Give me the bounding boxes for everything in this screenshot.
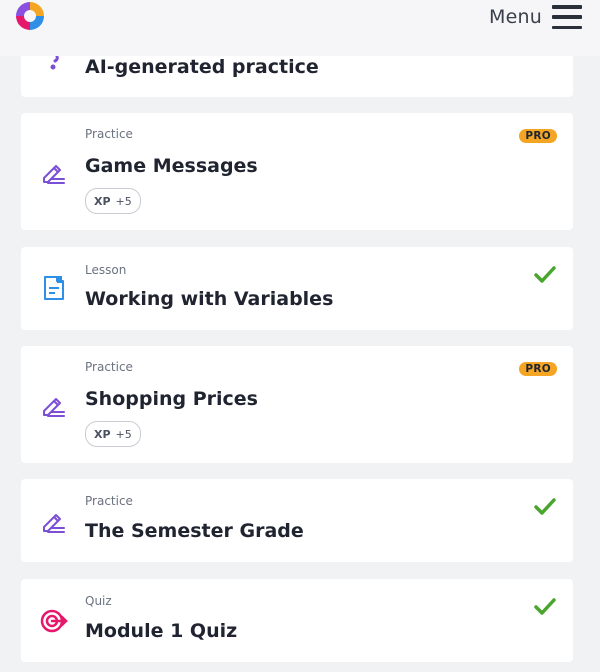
xp-reward-pill: XP +5 — [85, 421, 141, 447]
hamburger-icon — [552, 5, 582, 29]
top-bar: Menu — [0, 0, 600, 56]
completed-check-icon — [533, 265, 557, 285]
pencil-icon — [40, 158, 68, 186]
pencil-icon — [40, 507, 68, 535]
pencil-icon — [40, 391, 68, 419]
lesson-document-icon — [40, 274, 68, 302]
menu-label: Menu — [489, 6, 542, 28]
lesson-item-game-messages[interactable]: Practice PRO Game Messages XP +5 — [21, 113, 573, 230]
lesson-type: Practice — [85, 127, 133, 141]
lesson-type: Practice — [85, 494, 133, 508]
xp-reward-pill: XP +5 — [85, 188, 141, 214]
lesson-item-shopping-prices[interactable]: Practice PRO Shopping Prices XP +5 — [21, 346, 573, 463]
pro-badge: PRO — [519, 362, 557, 376]
xp-label: XP — [94, 194, 111, 208]
lesson-item-module-1-quiz[interactable]: Quiz Module 1 Quiz — [21, 579, 573, 662]
lesson-title: Module 1 Quiz — [85, 620, 238, 642]
brand-logo-icon[interactable] — [12, 0, 48, 34]
completed-check-icon — [533, 597, 557, 617]
lesson-item-working-with-variables[interactable]: Lesson Working with Variables — [21, 247, 573, 330]
lesson-type: Practice — [85, 360, 133, 374]
menu-button[interactable]: Menu — [489, 2, 582, 32]
lesson-title: Working with Variables — [85, 288, 334, 310]
lesson-item-semester-grade[interactable]: Practice The Semester Grade — [21, 479, 573, 562]
pro-badge: PRO — [519, 129, 557, 143]
lesson-title: Shopping Prices — [85, 388, 258, 410]
lesson-title: AI-generated practice — [85, 56, 319, 78]
completed-check-icon — [533, 497, 557, 517]
xp-value: +5 — [115, 194, 132, 208]
quiz-target-icon — [40, 607, 68, 635]
ai-practice-icon — [40, 52, 68, 80]
xp-label: XP — [94, 427, 111, 441]
lesson-title: The Semester Grade — [85, 520, 304, 542]
lesson-type: Lesson — [85, 263, 127, 277]
lesson-type: Quiz — [85, 594, 112, 608]
lesson-title: Game Messages — [85, 155, 258, 177]
xp-value: +5 — [115, 427, 132, 441]
